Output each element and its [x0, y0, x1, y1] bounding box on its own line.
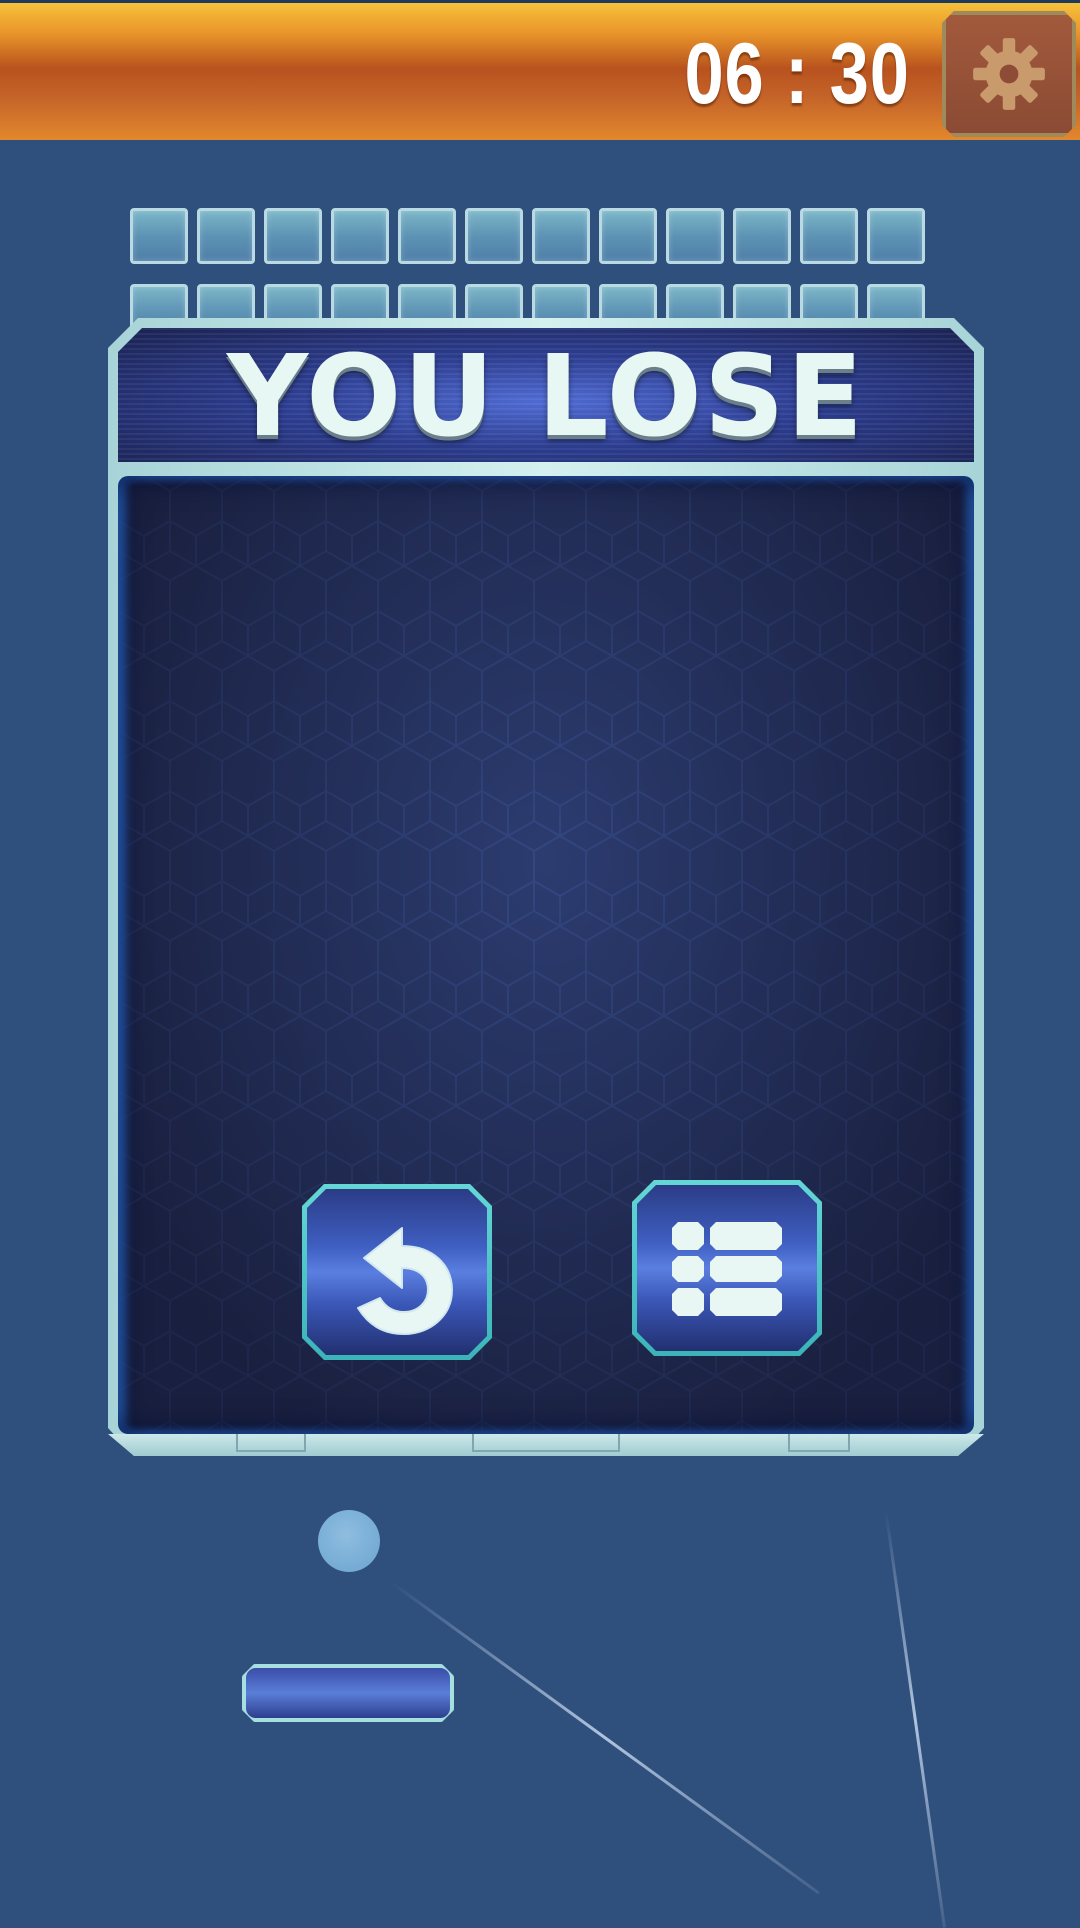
brick — [867, 208, 925, 264]
brick — [331, 208, 389, 264]
level-menu-button[interactable] — [632, 1180, 822, 1356]
you-lose-dialog: YOU LOSE — [108, 318, 984, 1456]
restart-arrow-icon — [357, 1227, 453, 1335]
restart-button[interactable] — [302, 1184, 492, 1360]
paddle[interactable] — [242, 1664, 454, 1722]
list-menu-icon — [672, 1222, 782, 1316]
brick — [733, 208, 791, 264]
brick — [599, 208, 657, 264]
brick — [398, 208, 456, 264]
brick — [666, 208, 724, 264]
dialog-header: YOU LOSE — [118, 328, 974, 462]
brick — [465, 208, 523, 264]
brick — [532, 208, 590, 264]
light-streak — [389, 1580, 820, 1895]
brick — [264, 208, 322, 264]
dialog-body — [118, 476, 974, 1434]
trim-notch-center — [472, 1434, 620, 1452]
dialog-title: YOU LOSE — [226, 332, 865, 462]
ball — [318, 1510, 380, 1572]
light-streak — [884, 1511, 946, 1928]
brick — [130, 208, 188, 264]
top-bar: 06 : 30 — [0, 0, 1080, 140]
countdown-timer: 06 : 30 — [684, 26, 910, 122]
settings-button[interactable] — [942, 11, 1076, 137]
brick — [800, 208, 858, 264]
gear-icon — [973, 38, 1045, 110]
brick — [197, 208, 255, 264]
trim-notch-right — [788, 1434, 850, 1452]
trim-notch-left — [236, 1434, 306, 1452]
